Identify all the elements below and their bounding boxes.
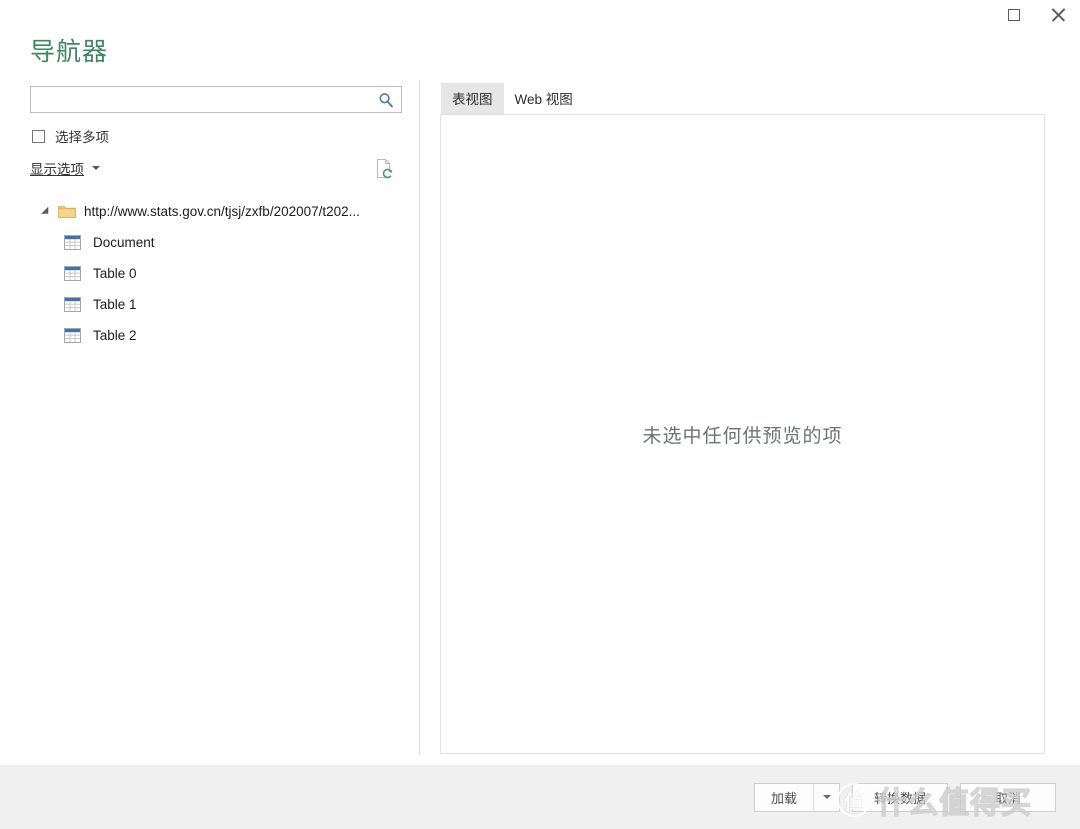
load-split-button[interactable]: 加载 [754, 782, 840, 812]
load-button[interactable]: 加载 [755, 784, 813, 811]
tree-item-table-0[interactable]: Table 0 [30, 258, 410, 289]
expander-triangle-icon[interactable] [38, 204, 54, 220]
tree-item-label: Table 2 [93, 328, 137, 343]
display-options-label: 显示选项 [30, 162, 84, 177]
pane-splitter[interactable] [419, 80, 420, 755]
select-multiple-checkbox[interactable] [32, 129, 45, 143]
cancel-button[interactable]: 取消 [960, 782, 1056, 812]
table-icon [64, 266, 81, 281]
tab-table-view[interactable]: 表视图 [441, 83, 504, 114]
title-bar [0, 0, 1080, 30]
table-icon [64, 297, 81, 312]
folder-icon [58, 204, 76, 219]
chevron-down-icon [92, 166, 100, 170]
tree-item-label: Table 0 [93, 266, 137, 281]
preview-surface: 未选中任何供预览的项 [440, 114, 1045, 754]
close-icon [1050, 7, 1066, 23]
close-button[interactable] [1036, 0, 1080, 30]
tree-item-table-2[interactable]: Table 2 [30, 320, 410, 351]
display-options-row: 显示选项 [30, 158, 402, 184]
maximize-icon [1008, 9, 1020, 21]
table-icon [64, 235, 81, 250]
tree-item-table-1[interactable]: Table 1 [30, 289, 410, 320]
preview-tabs: 表视图 Web 视图 [437, 83, 1045, 114]
load-dropdown-button[interactable] [813, 783, 839, 811]
dialog-footer: 加载 转换数据 取消 [0, 765, 1080, 829]
tree-item-label: Document [93, 235, 155, 250]
tab-web-view[interactable]: Web 视图 [504, 83, 584, 114]
tree-root-label: http://www.stats.gov.cn/tjsj/zxfb/202007… [84, 204, 360, 219]
tree-root-node[interactable]: http://www.stats.gov.cn/tjsj/zxfb/202007… [30, 196, 410, 227]
tree-item-document[interactable]: Document [30, 227, 410, 258]
navigator-tree: http://www.stats.gov.cn/tjsj/zxfb/202007… [30, 196, 410, 351]
display-options-button[interactable]: 显示选项 [30, 158, 100, 178]
navigator-dialog: 导航器 选择多项 显示选项 http://www.stats.gov.cn/tj… [0, 0, 1080, 829]
search-input[interactable] [31, 87, 371, 112]
search-box[interactable] [30, 86, 402, 113]
select-multiple-label: 选择多项 [55, 130, 109, 145]
select-multiple-row[interactable]: 选择多项 [32, 126, 109, 146]
transform-data-button[interactable]: 转换数据 [852, 782, 948, 812]
page-title: 导航器 [30, 38, 109, 66]
preview-pane: 表视图 Web 视图 未选中任何供预览的项 [437, 83, 1045, 756]
chevron-down-icon [822, 795, 831, 799]
refresh-document-icon[interactable] [374, 158, 394, 180]
search-icon[interactable] [371, 92, 401, 108]
maximize-button[interactable] [992, 0, 1036, 30]
preview-empty-message: 未选中任何供预览的项 [642, 425, 843, 447]
left-pane: 选择多项 显示选项 http://www.stats.gov.cn/tjsj/z… [0, 78, 419, 758]
tree-item-label: Table 1 [93, 297, 137, 312]
table-icon [64, 328, 81, 343]
